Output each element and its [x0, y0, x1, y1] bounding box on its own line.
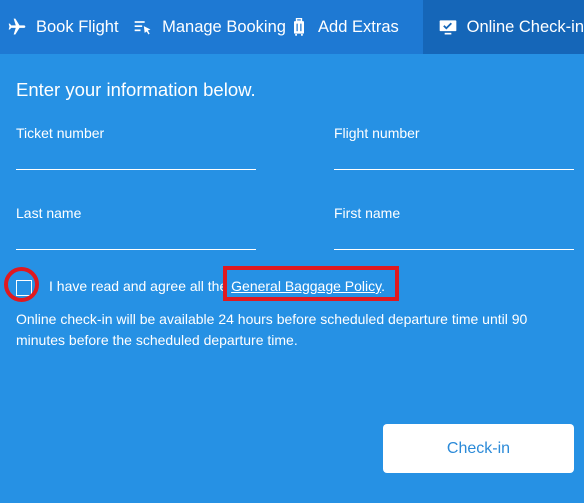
agreement-row: I have read and agree all the General Ba…: [0, 266, 584, 304]
first-name-label: First name: [334, 205, 401, 221]
tab-book-flight[interactable]: Book Flight: [0, 0, 124, 54]
checkin-availability-note: Online check-in will be available 24 hou…: [16, 311, 528, 348]
first-name-input[interactable]: [334, 229, 574, 250]
manage-list-icon: [132, 16, 154, 38]
tab-manage-booking[interactable]: Manage Booking: [124, 0, 286, 54]
last-name-input[interactable]: [16, 229, 256, 250]
flight-number-field: Flight number: [334, 125, 574, 170]
tab-online-check-in[interactable]: Online Check-in: [422, 0, 584, 54]
first-name-field: First name: [334, 205, 574, 250]
flight-number-input[interactable]: [334, 149, 574, 170]
tab-label: Book Flight: [36, 17, 119, 36]
ticket-number-field: Ticket number: [16, 125, 256, 170]
link-highlight-box: [223, 266, 399, 301]
last-name-field: Last name: [16, 205, 256, 250]
last-name-label: Last name: [16, 205, 82, 221]
airplane-icon: [6, 16, 28, 38]
form-intro: Enter your information below.: [16, 79, 256, 100]
checkin-screen-icon: [437, 16, 459, 38]
tab-add-extras[interactable]: Add Extras: [286, 0, 423, 54]
agreement-text-before: I have read and agree all the: [49, 278, 232, 294]
tab-label: Manage Booking: [162, 17, 286, 36]
tab-label: Online Check-in: [466, 17, 584, 36]
luggage-icon: [288, 16, 310, 38]
flight-number-label: Flight number: [334, 125, 420, 141]
ticket-number-input[interactable]: [16, 149, 256, 170]
tab-bar: Book Flight Manage Booking Add Extras On…: [0, 0, 584, 54]
tab-label: Add Extras: [318, 17, 399, 36]
ticket-number-label: Ticket number: [16, 125, 105, 141]
check-in-button[interactable]: Check-in: [383, 424, 574, 473]
checkbox-highlight-circle: [4, 267, 39, 302]
